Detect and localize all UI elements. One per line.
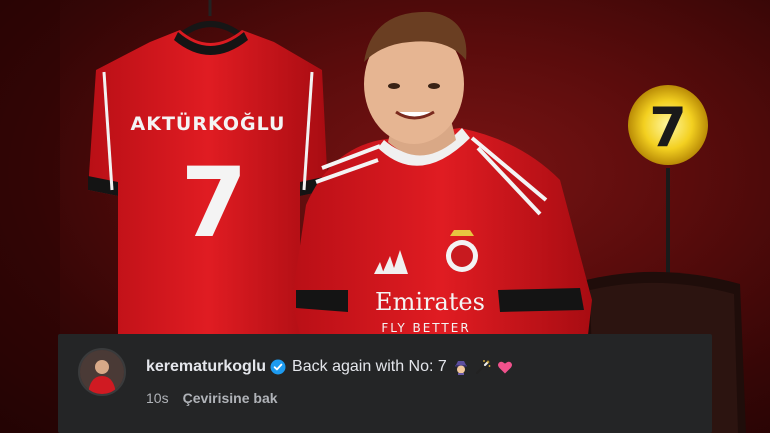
verified-badge-icon <box>270 359 286 375</box>
heart-emoji-icon <box>497 359 513 375</box>
comment-text: Back again with No: 7 <box>292 358 447 375</box>
comment-bar: kerematurkoglu Back again with No: 7 10s… <box>58 334 712 433</box>
detective-emoji-icon <box>453 359 469 375</box>
post-image-container: AKTÜRKOĞLU 7 7 Emirates FLY BETTER kerem… <box>0 0 770 433</box>
jersey-number-text: 7 <box>181 147 248 259</box>
username-link[interactable]: kerematurkoglu <box>146 358 266 376</box>
sponsor-sub-text: FLY BETTER <box>381 321 470 335</box>
player: Emirates FLY BETTER <box>292 11 592 335</box>
see-translation-link[interactable]: Çevirisine bak <box>183 390 278 406</box>
comment-line: kerematurkoglu Back again with No: 7 <box>146 356 513 378</box>
avatar-image <box>80 350 124 394</box>
hanger-icon <box>176 0 246 41</box>
comment-meta: 10s Çevirisine bak <box>146 389 278 407</box>
lamp-ball: 7 <box>628 85 708 280</box>
magic-wand-emoji-icon <box>475 359 491 375</box>
jersey-name-text: AKTÜRKOĞLU <box>131 111 286 135</box>
comment-time: 10s <box>146 390 169 406</box>
sponsor-text: Emirates <box>375 288 485 316</box>
lamp-number-text: 7 <box>649 96 687 159</box>
avatar[interactable] <box>78 348 126 396</box>
hanging-jersey: AKTÜRKOĞLU 7 <box>88 30 328 335</box>
